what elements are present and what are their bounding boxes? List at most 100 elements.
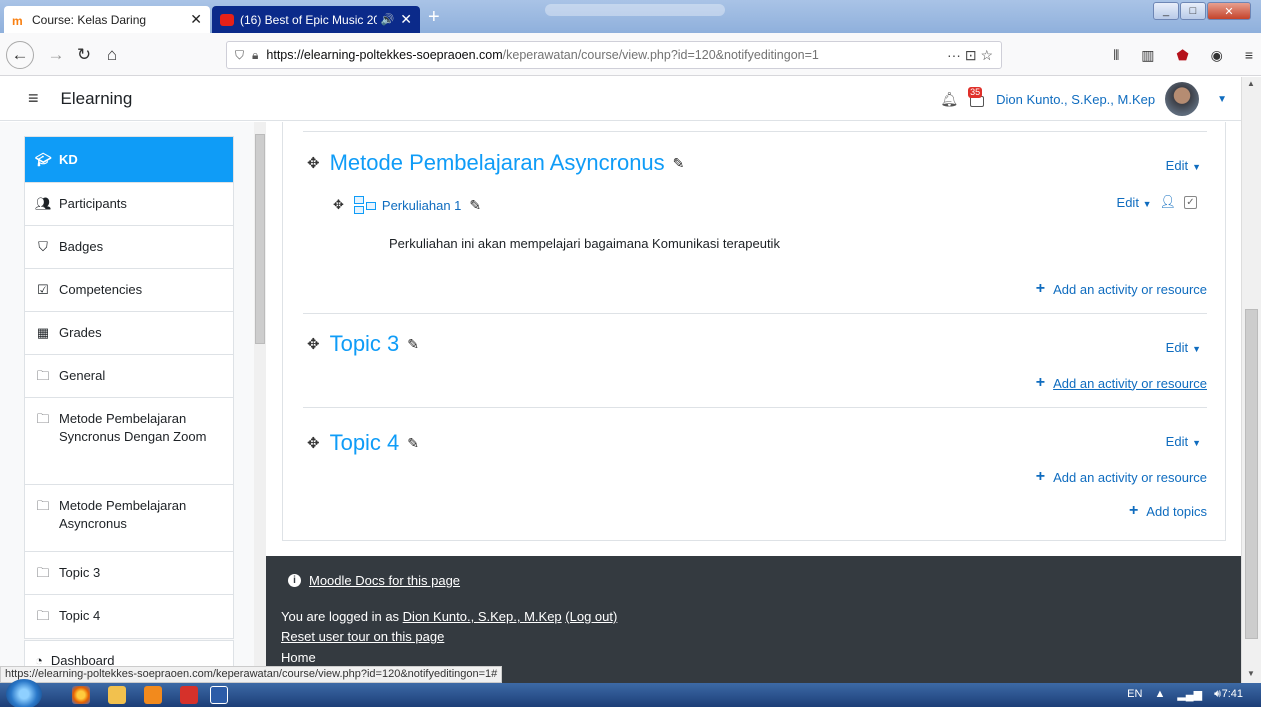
network-icon[interactable]: ▂▄▆ xyxy=(1177,688,1202,701)
pencil-icon[interactable]: ✎ xyxy=(673,155,685,172)
edit-label: Edit xyxy=(1165,340,1189,355)
lock-icon[interactable]: 🔒︎ xyxy=(252,48,258,63)
sidebar-item-participants[interactable]: 👥︎ Participants xyxy=(25,183,233,226)
sidebar-item-label: Badges xyxy=(59,239,104,254)
moodle-favicon-icon: m xyxy=(12,13,23,28)
back-button[interactable]: ← xyxy=(6,41,34,69)
scroll-up-icon[interactable]: ▲ xyxy=(1247,79,1255,88)
activity-name[interactable]: Perkuliahan 1 xyxy=(382,198,462,213)
home-link[interactable]: Home xyxy=(281,650,316,665)
page-scroll-thumb[interactable] xyxy=(1245,309,1258,639)
add-activity-link[interactable]: + Add an activity or resource xyxy=(1036,468,1207,486)
tab-music[interactable]: (16) Best of Epic Music 2017 🔊 ✕ xyxy=(212,6,420,33)
nav-drawer: 🎓︎ KD 👥︎ Participants ⛉ Badges ☑ Compete… xyxy=(0,122,266,683)
tray-expand-icon[interactable]: ▲ xyxy=(1154,688,1165,701)
drawer-toggle-icon[interactable]: ≡ xyxy=(28,88,39,109)
account-icon[interactable]: ◉ xyxy=(1211,47,1223,64)
sidebar-item-grades[interactable]: ▦ Grades xyxy=(25,312,233,355)
add-topics-link[interactable]: + Add topics xyxy=(1129,502,1207,520)
user-role-icon[interactable]: 👤︎ xyxy=(1159,194,1176,210)
section-name[interactable]: Metode Pembelajaran Asyncronus xyxy=(330,150,665,176)
sidebar-item-label: General xyxy=(59,368,106,383)
section-name[interactable]: Topic 4 xyxy=(330,430,400,456)
language-indicator[interactable]: EN xyxy=(1127,688,1142,701)
word-icon[interactable] xyxy=(210,686,228,704)
tab-close-icon[interactable]: ✕ xyxy=(190,11,202,28)
section-name[interactable]: Topic 3 xyxy=(330,331,400,357)
clock[interactable]: 7:41 xyxy=(1222,688,1243,700)
completion-checkbox[interactable]: ✓ xyxy=(1184,195,1197,209)
sidebar-scrollbar[interactable] xyxy=(254,122,266,683)
ublock-icon[interactable]: ⬟ xyxy=(1176,47,1188,64)
sidebar-item-competencies[interactable]: ☑ Competencies xyxy=(25,269,233,312)
start-button[interactable] xyxy=(6,679,42,707)
pencil-icon[interactable]: ✎ xyxy=(469,197,481,214)
move-icon[interactable]: ✥ xyxy=(333,197,344,213)
sidebar-item-badges[interactable]: ⛉ Badges xyxy=(25,226,233,269)
pencil-icon[interactable]: ✎ xyxy=(407,336,419,353)
reload-button[interactable]: ↻ xyxy=(70,41,98,69)
minimize-button[interactable]: _ xyxy=(1153,2,1179,20)
move-icon[interactable]: ✥ xyxy=(307,434,320,452)
sidebar-scroll-thumb[interactable] xyxy=(255,134,265,344)
user-menu-name[interactable]: Dion Kunto., S.Kep., M.Kep xyxy=(996,92,1155,107)
add-activity-link[interactable]: + Add an activity or resource xyxy=(1036,280,1207,298)
system-tray: EN ▲ ▂▄▆ 🔊︎ xyxy=(1127,688,1221,701)
close-window-button[interactable]: ✕ xyxy=(1207,2,1251,20)
pencil-icon[interactable]: ✎ xyxy=(407,435,419,452)
url-bar[interactable]: ⛉ 🔒︎ https://elearning-poltekkes-soeprao… xyxy=(226,41,1002,69)
logout-link[interactable]: (Log out) xyxy=(565,609,617,624)
sidebar-item-topic-3[interactable]: 🗀 Topic 3 xyxy=(25,552,233,595)
reset-tour-label[interactable]: Reset user tour on this page xyxy=(281,629,444,644)
library-icon[interactable]: ⫴ xyxy=(1113,47,1119,64)
volume-icon[interactable]: 🔊︎ xyxy=(1214,688,1221,701)
sidebar-item-label: Topic 4 xyxy=(59,608,101,623)
home-button[interactable]: ⌂ xyxy=(98,41,126,69)
folder-icon: 🗀 xyxy=(36,368,50,383)
section-edit-menu[interactable]: Edit ▼ xyxy=(1166,434,1201,449)
downloader-icon[interactable] xyxy=(180,686,198,704)
site-name[interactable]: Elearning xyxy=(61,89,133,109)
maximize-button[interactable]: □ xyxy=(1180,2,1206,20)
logged-in-prefix: You are logged in as xyxy=(281,609,403,624)
sidebar-toggle-icon[interactable]: ▥ xyxy=(1141,47,1154,64)
audio-icon[interactable]: 🔊 xyxy=(381,13,395,26)
tab-course[interactable]: m Course: Kelas Daring ✕ xyxy=(4,6,210,33)
explorer-icon[interactable] xyxy=(108,686,126,704)
forward-button[interactable]: → xyxy=(42,41,70,69)
user-menu-caret-icon[interactable]: ▼ xyxy=(1217,94,1227,105)
menu-icon[interactable]: ≡ xyxy=(1245,47,1253,64)
sidebar-item-topic-4[interactable]: 🗀 Topic 4 xyxy=(25,595,233,638)
section-edit-menu[interactable]: Edit ▼ xyxy=(1166,158,1201,173)
moodle-docs-link[interactable]: i Moodle Docs for this page xyxy=(288,573,460,588)
edit-label: Edit xyxy=(1165,434,1189,449)
add-activity-link[interactable]: + Add an activity or resource xyxy=(1036,374,1207,392)
avatar[interactable] xyxy=(1165,82,1200,116)
notification-bell-icon[interactable]: 🔔︎ xyxy=(940,91,958,108)
tracking-shield-icon[interactable]: ⛉ xyxy=(235,48,244,63)
activity-edit-menu[interactable]: Edit ▼ xyxy=(1117,195,1152,210)
move-icon[interactable]: ✥ xyxy=(307,335,320,353)
page-scrollbar[interactable]: ▲ ▼ xyxy=(1241,77,1261,683)
sidebar-item-syncronus[interactable]: 🗀 Metode Pembelajaran Syncronus Dengan Z… xyxy=(25,398,233,485)
link-status-bar: https://elearning-poltekkes-soepraoen.co… xyxy=(0,666,503,683)
docs-link-label[interactable]: Moodle Docs for this page xyxy=(309,573,460,588)
move-icon[interactable]: ✥ xyxy=(307,154,320,172)
tab-close-icon[interactable]: ✕ xyxy=(400,11,412,28)
new-tab-button[interactable]: + xyxy=(428,7,440,27)
firefox-icon[interactable] xyxy=(72,686,90,704)
activity-actions: Edit ▼ 👤︎ ✓ xyxy=(1117,194,1197,210)
activity-description: Perkuliahan ini akan mempelajari bagaima… xyxy=(389,236,780,251)
section-edit-menu[interactable]: Edit ▼ xyxy=(1166,340,1201,355)
sidebar-item-kd[interactable]: 🎓︎ KD xyxy=(25,137,233,183)
reset-tour-link[interactable]: Reset user tour on this page xyxy=(281,629,444,644)
sidebar-item-general[interactable]: 🗀 General xyxy=(25,355,233,398)
url-actions[interactable]: ··· ⊡ ☆ xyxy=(947,47,993,64)
scroll-down-icon[interactable]: ▼ xyxy=(1247,669,1255,678)
media-player-icon[interactable] xyxy=(144,686,162,704)
sidebar-item-asyncronus[interactable]: 🗀 Metode Pembelajaran Asyncronus xyxy=(25,485,233,552)
logged-in-user-link[interactable]: Dion Kunto., S.Kep., M.Kep xyxy=(403,609,562,624)
tab-title: Course: Kelas Daring xyxy=(32,12,147,27)
messages-icon[interactable]: 35 xyxy=(968,87,986,108)
home-label: Home xyxy=(281,650,316,665)
